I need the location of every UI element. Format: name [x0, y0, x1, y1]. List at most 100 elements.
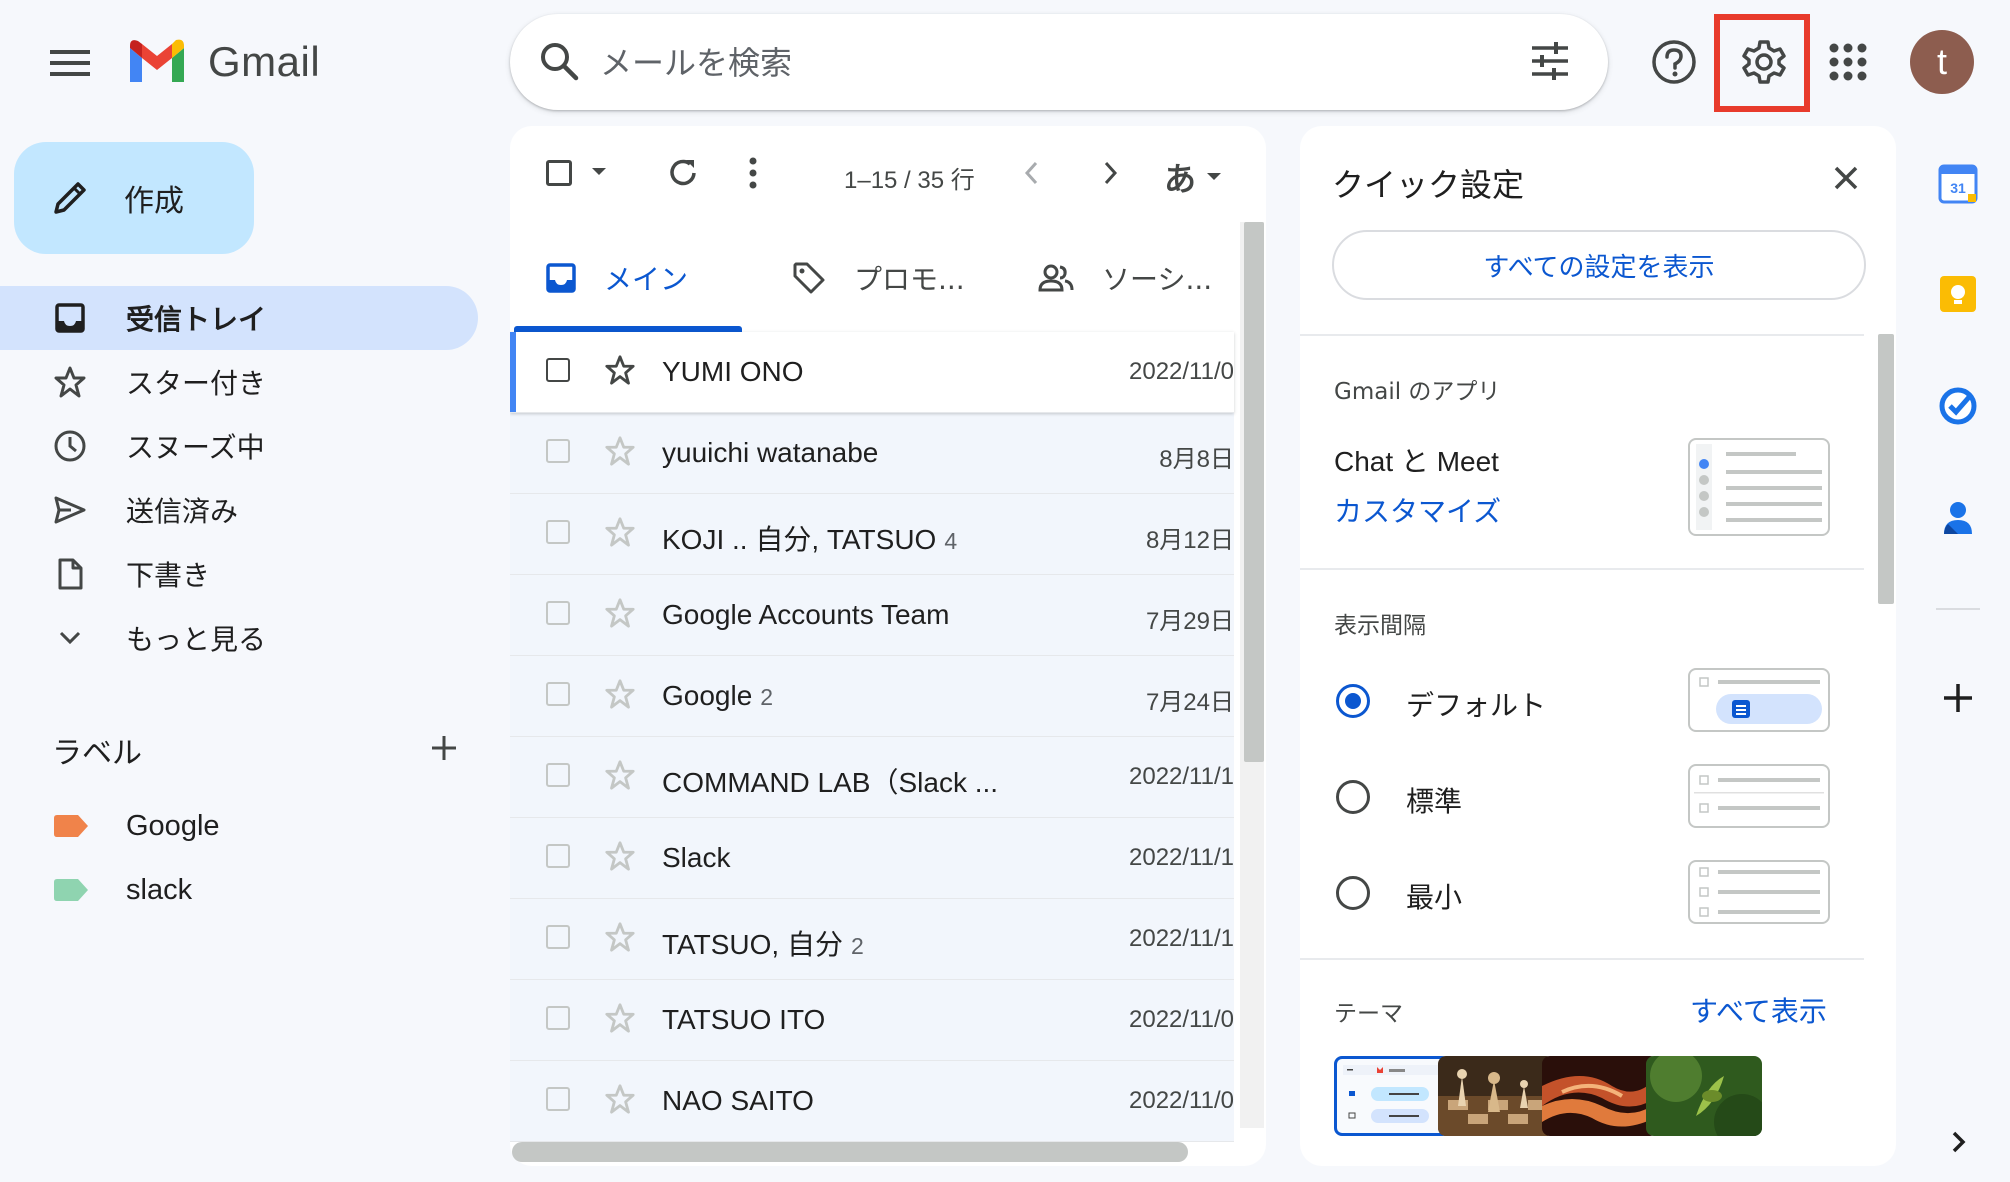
- sidebar-item-label: 下書き: [126, 559, 211, 592]
- theme-canyon-thumbnail[interactable]: [1542, 1056, 1658, 1136]
- newer-button[interactable]: [1022, 160, 1042, 186]
- search-bar[interactable]: [510, 14, 1608, 110]
- row-checkbox[interactable]: [546, 520, 570, 544]
- sidebar-item-inbox[interactable]: 受信トレイ: [0, 286, 478, 350]
- close-button[interactable]: [1826, 158, 1866, 198]
- tab-label: プロモ...: [854, 263, 965, 296]
- label-item-google[interactable]: Google: [0, 796, 478, 856]
- email-sender: Google Accounts Team: [662, 599, 950, 630]
- density-default-radio[interactable]: [1336, 684, 1370, 718]
- apps-grid-icon: [1829, 43, 1867, 81]
- contacts-addon-button[interactable]: [1934, 494, 1982, 542]
- more-options-button[interactable]: [748, 156, 758, 190]
- star-icon[interactable]: [604, 516, 636, 548]
- sidebar-item-label: もっと見る: [126, 623, 267, 656]
- label-tag-icon: [54, 815, 88, 837]
- select-all-checkbox[interactable]: [546, 160, 572, 186]
- email-date: 2022/11/1: [1129, 844, 1234, 871]
- sidebar-item-sent[interactable]: 送信済み: [0, 478, 478, 542]
- support-button[interactable]: [1648, 36, 1700, 88]
- search-options-icon[interactable]: [1530, 41, 1570, 81]
- row-checkbox[interactable]: [546, 763, 570, 787]
- older-button[interactable]: [1100, 160, 1120, 186]
- main-menu-button[interactable]: [40, 38, 100, 88]
- mail-list-scrollbar[interactable]: [1244, 222, 1264, 762]
- star-icon[interactable]: [604, 1083, 636, 1115]
- row-checkbox[interactable]: [546, 682, 570, 706]
- google-apps-button[interactable]: [1822, 36, 1874, 88]
- star-icon[interactable]: [604, 354, 636, 386]
- mail-list-horizontal-scrollbar[interactable]: [512, 1142, 1188, 1162]
- star-icon[interactable]: [604, 921, 636, 953]
- row-checkbox[interactable]: [546, 358, 570, 382]
- chevron-down-icon: [52, 620, 88, 656]
- email-row[interactable]: YUMI ONO 2022/11/0: [510, 332, 1234, 413]
- search-input[interactable]: [598, 34, 1482, 92]
- select-dropdown-icon[interactable]: [590, 166, 608, 178]
- tasks-addon-button[interactable]: [1934, 382, 1982, 430]
- keep-addon-button[interactable]: [1934, 270, 1982, 318]
- tab-primary[interactable]: メイン: [546, 222, 688, 334]
- sidebar-item-drafts[interactable]: 下書き: [0, 542, 478, 606]
- more-vert-icon: [749, 157, 757, 189]
- row-checkbox[interactable]: [546, 1006, 570, 1030]
- email-row[interactable]: TATSUO ITO 2022/11/0: [510, 980, 1234, 1061]
- theme-show-all-link[interactable]: すべて表示: [1690, 990, 1827, 1030]
- email-row[interactable]: NAO SAITO 2022/11/0: [510, 1061, 1234, 1142]
- star-icon[interactable]: [604, 1002, 636, 1034]
- row-checkbox[interactable]: [546, 844, 570, 868]
- sidebar-item-starred[interactable]: スター付き: [0, 350, 478, 414]
- input-tools-button[interactable]: あ: [1164, 154, 1222, 200]
- inbox-icon: [546, 263, 576, 293]
- theme-leaf-thumbnail[interactable]: [1646, 1056, 1762, 1136]
- labels-heading: ラベル: [52, 736, 142, 771]
- account-avatar[interactable]: t: [1910, 30, 1974, 94]
- star-icon[interactable]: [604, 678, 636, 710]
- star-icon[interactable]: [604, 435, 636, 467]
- label-item-slack[interactable]: slack: [0, 860, 478, 920]
- tab-label: メイン: [604, 263, 689, 296]
- sidebar-item-more[interactable]: もっと見る: [0, 606, 478, 670]
- row-checkbox[interactable]: [546, 1087, 570, 1111]
- density-comfortable-radio[interactable]: [1336, 780, 1370, 814]
- keep-icon: [1940, 276, 1976, 312]
- tag-icon: [793, 262, 825, 294]
- star-icon[interactable]: [604, 840, 636, 872]
- email-row[interactable]: Slack 2022/11/1: [510, 818, 1234, 899]
- email-row[interactable]: KOJI .. 自分, TATSUO 4 8月12日: [510, 494, 1234, 575]
- gmail-logo[interactable]: Gmail: [126, 38, 320, 86]
- sidebar-item-snoozed[interactable]: スヌーズ中: [0, 414, 478, 478]
- thread-count: 4: [944, 528, 958, 554]
- tab-social[interactable]: ソーシ...: [1038, 222, 1212, 334]
- tab-promotions[interactable]: プロモ...: [792, 222, 965, 334]
- email-row[interactable]: Google 2 7月24日: [510, 656, 1234, 737]
- email-row[interactable]: yuuichi watanabe 8月8日: [510, 413, 1234, 494]
- see-all-settings-button[interactable]: すべての設定を表示: [1332, 230, 1866, 300]
- add-label-button[interactable]: [424, 728, 464, 768]
- row-checkbox[interactable]: [546, 601, 570, 625]
- row-checkbox[interactable]: [546, 439, 570, 463]
- email-row[interactable]: Google Accounts Team 7月29日: [510, 575, 1234, 656]
- search-icon[interactable]: [538, 40, 582, 84]
- email-date: 2022/11/0: [1129, 358, 1234, 385]
- row-checkbox[interactable]: [546, 925, 570, 949]
- theme-default-thumbnail[interactable]: [1334, 1056, 1450, 1136]
- calendar-icon: 31: [1938, 164, 1978, 204]
- hide-side-panel-button[interactable]: [1934, 1118, 1982, 1166]
- email-list: YUMI ONO 2022/11/0 yuuichi watanabe 8月8日…: [510, 332, 1234, 1142]
- star-icon[interactable]: [604, 759, 636, 791]
- quick-settings-scrollbar[interactable]: [1878, 334, 1894, 604]
- theme-chess-thumbnail[interactable]: [1438, 1056, 1554, 1136]
- density-compact-radio[interactable]: [1336, 876, 1370, 910]
- get-addons-button[interactable]: [1934, 674, 1982, 722]
- compose-button[interactable]: 作成: [14, 142, 254, 254]
- density-comfortable-preview: [1688, 764, 1830, 828]
- star-icon[interactable]: [604, 597, 636, 629]
- calendar-addon-button[interactable]: 31: [1934, 160, 1982, 208]
- customize-link[interactable]: カスタマイズ: [1334, 490, 1501, 530]
- email-row[interactable]: TATSUO, 自分 2 2022/11/1: [510, 899, 1234, 980]
- mail-toolbar: 1–15 / 35 行 あ: [510, 126, 1266, 222]
- refresh-button[interactable]: [666, 156, 700, 190]
- email-row[interactable]: COMMAND LAB（Slack ... 2022/11/1: [510, 737, 1234, 818]
- email-date: 2022/11/1: [1129, 925, 1234, 952]
